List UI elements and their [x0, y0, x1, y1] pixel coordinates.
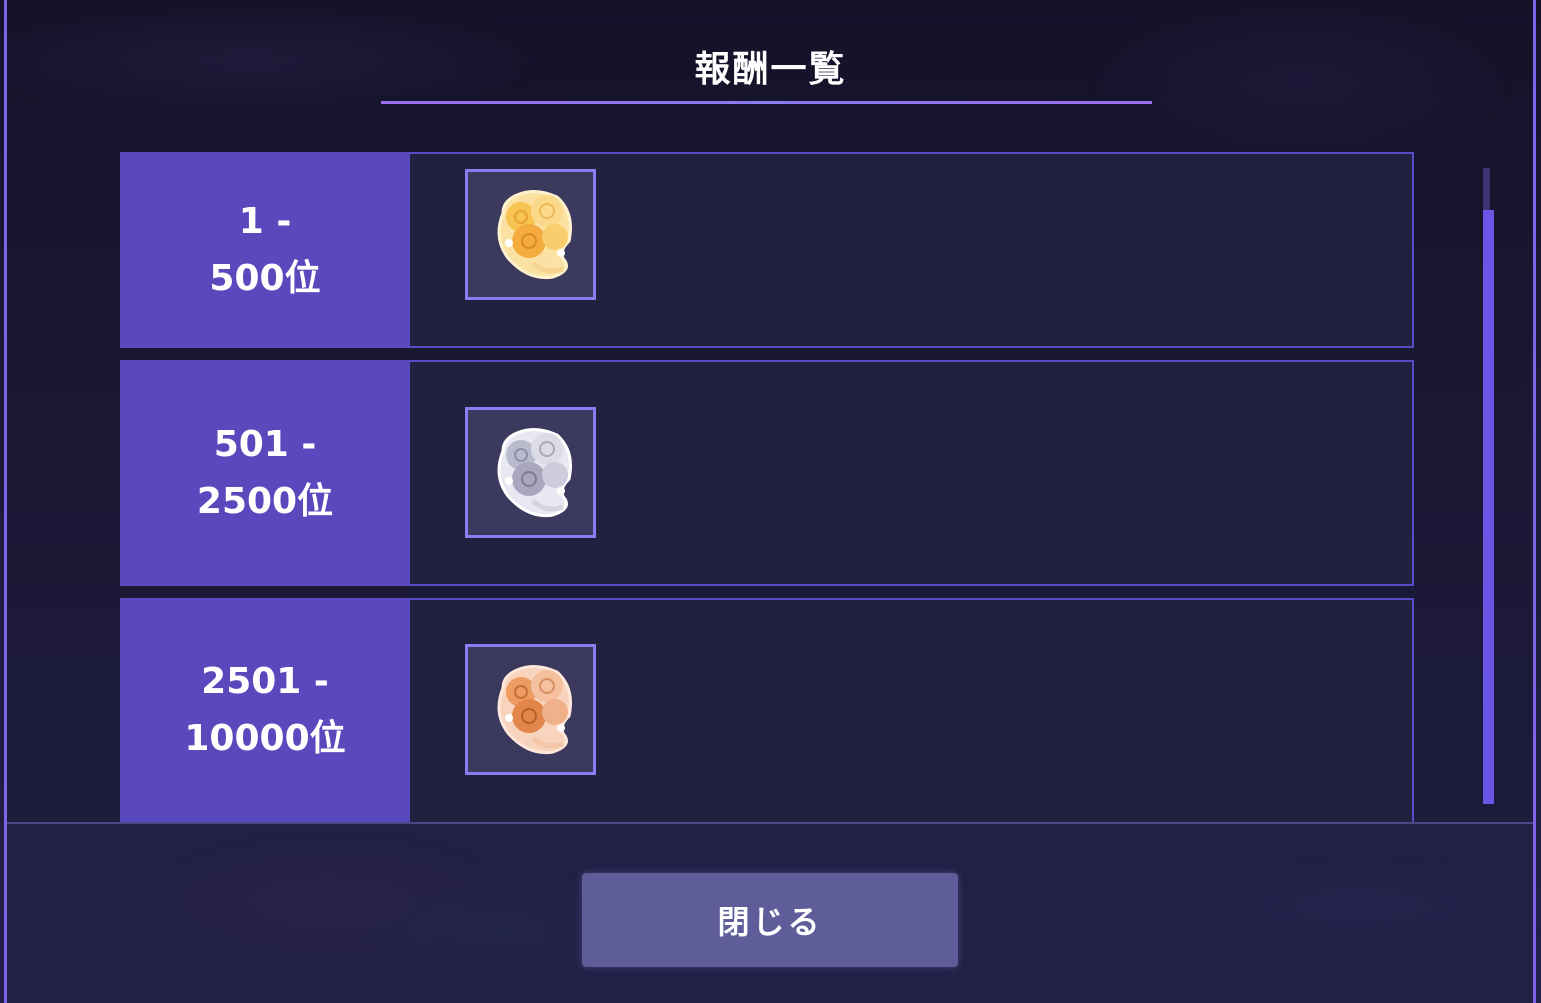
title-underline — [381, 101, 1152, 104]
rank-range-label: 2501 - 10000位 — [120, 598, 410, 822]
rank-range-start: 501 - — [213, 424, 317, 465]
reward-row: 2501 - 10000位 — [120, 598, 1414, 822]
reward-item-slot[interactable] — [465, 407, 596, 538]
footer-divider — [7, 822, 1533, 824]
bronze-bouquet-icon — [497, 664, 572, 754]
rank-range-end: 10000位 — [184, 718, 346, 759]
reward-list[interactable]: 1 - 500位 501 - 2500位 2501 - 10000位 — [120, 152, 1414, 822]
reward-row: 501 - 2500位 — [120, 360, 1414, 586]
reward-items — [410, 598, 1414, 822]
rank-range-start: 2501 - — [201, 661, 329, 702]
scrollbar-thumb[interactable] — [1483, 210, 1494, 804]
close-button[interactable]: 閉じる — [582, 873, 958, 967]
reward-items — [410, 152, 1414, 348]
rank-range-label: 501 - 2500位 — [120, 360, 410, 586]
silver-bouquet-icon — [497, 427, 572, 517]
dialog-title: 報酬一覧 — [694, 49, 847, 90]
reward-item-slot[interactable] — [465, 644, 596, 775]
rank-range-label: 1 - 500位 — [120, 152, 410, 348]
reward-items — [410, 360, 1414, 586]
gold-bouquet-icon — [497, 189, 572, 279]
rank-range-start: 1 - — [238, 201, 292, 242]
reward-item-slot[interactable] — [465, 169, 596, 300]
reward-row: 1 - 500位 — [120, 152, 1414, 348]
rank-range-end: 500位 — [209, 258, 321, 299]
rank-range-end: 2500位 — [196, 481, 334, 522]
